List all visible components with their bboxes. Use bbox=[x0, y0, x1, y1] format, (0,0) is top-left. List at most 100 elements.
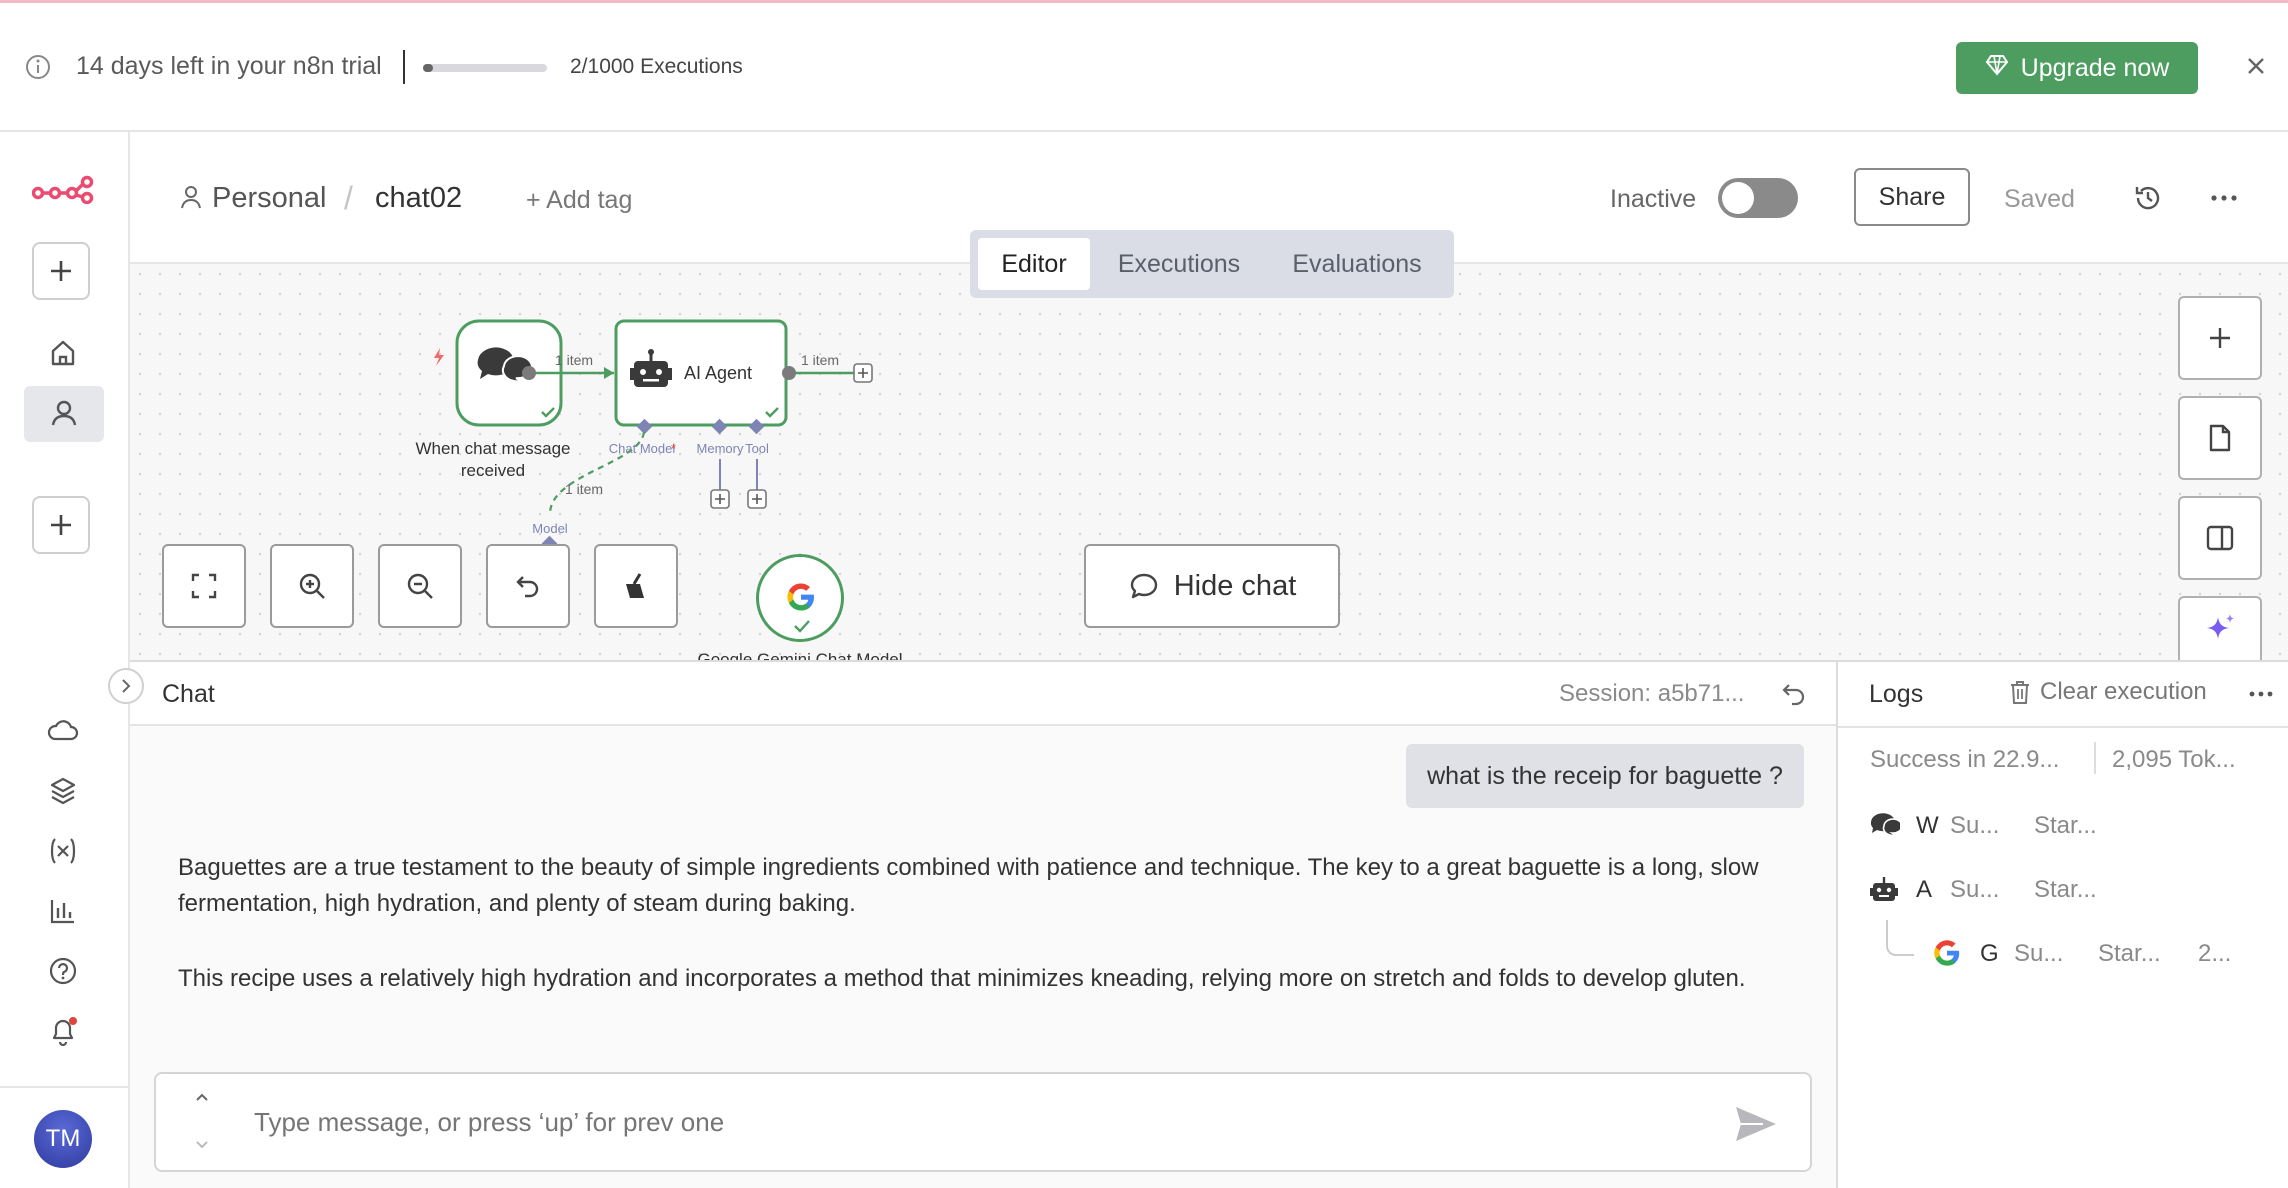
plus-icon bbox=[51, 515, 71, 535]
trial-days-text: 14 days left in your n8n trial bbox=[76, 52, 382, 80]
chat-input-box bbox=[154, 1072, 1812, 1172]
more-options-icon[interactable] bbox=[2206, 184, 2242, 212]
log-row-status: Su... bbox=[1950, 812, 2000, 839]
plus-icon bbox=[51, 261, 71, 281]
sidebar-item-personal[interactable] bbox=[24, 386, 104, 442]
chat-bubbles-icon bbox=[1868, 810, 1903, 843]
tab-evaluations[interactable]: Evaluations bbox=[1268, 238, 1446, 290]
clear-execution-label: Clear execution bbox=[2040, 678, 2207, 705]
sticky-note-button[interactable] bbox=[2178, 396, 2262, 480]
session-id: Session: a5b71... bbox=[1559, 680, 1745, 707]
chat-icon bbox=[1130, 573, 1157, 599]
n8n-logo-icon[interactable] bbox=[31, 174, 94, 205]
toggle-panel-button[interactable] bbox=[2178, 496, 2262, 580]
insights-icon[interactable] bbox=[40, 888, 86, 934]
home-icon[interactable] bbox=[40, 330, 86, 376]
upgrade-now-button[interactable]: Upgrade now bbox=[1956, 42, 2198, 94]
tab-executions[interactable]: Executions bbox=[1100, 238, 1258, 290]
trial-banner: 14 days left in your n8n trial 2/1000 Ex… bbox=[0, 0, 2288, 132]
ai-assistant-button[interactable] bbox=[2178, 596, 2262, 660]
required-marker: * bbox=[671, 441, 676, 456]
chat-message-input[interactable] bbox=[252, 1098, 1676, 1146]
executions-progress-bar bbox=[423, 64, 547, 72]
log-row-name: A bbox=[1916, 876, 1933, 903]
workflow-name[interactable]: chat02 bbox=[375, 182, 462, 215]
share-button[interactable]: Share bbox=[1854, 168, 1970, 226]
create-button[interactable] bbox=[32, 242, 90, 300]
add-project-button[interactable] bbox=[32, 496, 90, 554]
log-row-started: Star... bbox=[2098, 940, 2161, 967]
executions-progress-fill bbox=[423, 64, 433, 72]
history-icon[interactable] bbox=[2132, 182, 2164, 214]
collapse-panel-button[interactable] bbox=[108, 668, 144, 704]
bell-icon[interactable] bbox=[40, 1008, 86, 1054]
breadcrumb-project[interactable]: Personal bbox=[212, 182, 326, 215]
variables-icon[interactable] bbox=[40, 828, 86, 874]
lightning-icon bbox=[434, 348, 444, 366]
close-banner-icon[interactable] bbox=[2244, 54, 2268, 78]
add-node-button[interactable] bbox=[2178, 296, 2262, 380]
note-icon bbox=[2209, 424, 2231, 452]
execution-summary-status: Success in 22.9... bbox=[1870, 746, 2060, 773]
chat-model-port-label: Chat Model bbox=[609, 441, 676, 456]
fit-view-button[interactable] bbox=[162, 544, 246, 628]
tab-editor[interactable]: Editor bbox=[978, 238, 1090, 290]
log-row-status: Su... bbox=[2014, 940, 2064, 967]
history-down-icon[interactable] bbox=[194, 1138, 210, 1156]
zoom-out-icon bbox=[407, 573, 433, 599]
log-row[interactable]: A Su... Star... bbox=[1862, 868, 2282, 912]
logs-header-divider bbox=[1838, 726, 2288, 728]
log-row[interactable]: G Su... Star... 2... bbox=[1926, 932, 2282, 976]
templates-icon[interactable] bbox=[40, 768, 86, 814]
agent-output-port bbox=[782, 366, 796, 380]
person-icon bbox=[180, 185, 202, 214]
logs-more-icon[interactable] bbox=[2246, 684, 2276, 709]
executions-count: 2/1000 Executions bbox=[570, 55, 743, 78]
hide-chat-label: Hide chat bbox=[1173, 569, 1297, 602]
log-row-started: Star... bbox=[2034, 876, 2097, 903]
google-gemini-node[interactable] bbox=[756, 554, 844, 642]
robot-icon bbox=[1868, 874, 1900, 909]
cloud-icon[interactable] bbox=[40, 708, 86, 754]
sparkle-icon bbox=[2207, 614, 2234, 639]
trigger-node-label-2: received bbox=[461, 461, 525, 480]
log-row-status: Su... bbox=[1950, 876, 2000, 903]
history-up-icon[interactable] bbox=[194, 1090, 210, 1108]
log-row[interactable]: W Su... Star... bbox=[1862, 804, 2282, 848]
log-row-name: G bbox=[1980, 940, 1999, 967]
view-tabs: Editor Executions Evaluations bbox=[970, 230, 1454, 298]
clear-execution-button[interactable]: Clear execution bbox=[2008, 678, 2207, 706]
plus-icon bbox=[2210, 328, 2230, 348]
execution-summary-tokens: 2,095 Tok... bbox=[2112, 746, 2236, 773]
zoom-out-button[interactable] bbox=[378, 544, 462, 628]
avatar[interactable]: TM bbox=[34, 1110, 92, 1168]
reset-session-icon[interactable] bbox=[1780, 680, 1808, 708]
banner-top-line bbox=[0, 0, 2288, 3]
undo-button[interactable] bbox=[486, 544, 570, 628]
clear-canvas-button[interactable] bbox=[594, 544, 678, 628]
log-row-name: W bbox=[1916, 812, 1939, 839]
left-sidebar: TM bbox=[0, 132, 130, 1188]
workflow-canvas[interactable]: When chat message received 1 item AI Age… bbox=[130, 264, 2288, 660]
breadcrumb-separator: / bbox=[344, 180, 353, 216]
upgrade-now-label: Upgrade now bbox=[2020, 53, 2170, 82]
log-row-duration: 2... bbox=[2198, 940, 2232, 967]
broom-icon bbox=[626, 573, 644, 598]
saved-status: Saved bbox=[2004, 185, 2075, 213]
banner-divider bbox=[403, 50, 405, 84]
hide-chat-button[interactable]: Hide chat bbox=[1084, 544, 1340, 628]
trigger-bolt-icon bbox=[636, 264, 648, 278]
edge-label-2: 1 item bbox=[801, 352, 839, 368]
panel-icon bbox=[2206, 525, 2234, 551]
summary-divider bbox=[2094, 742, 2096, 774]
add-tag-button[interactable]: + Add tag bbox=[526, 186, 632, 215]
help-icon[interactable] bbox=[40, 948, 86, 994]
active-status-label: Inactive bbox=[1610, 185, 1697, 213]
user-icon bbox=[49, 398, 79, 433]
zoom-in-button[interactable] bbox=[270, 544, 354, 628]
gemini-success-check bbox=[793, 619, 811, 638]
send-icon[interactable] bbox=[1734, 1104, 1778, 1149]
edge-label-3: 1 item bbox=[565, 481, 603, 497]
user-message: what is the receip for baguette ? bbox=[1406, 744, 1804, 808]
active-toggle[interactable] bbox=[1718, 178, 1798, 218]
